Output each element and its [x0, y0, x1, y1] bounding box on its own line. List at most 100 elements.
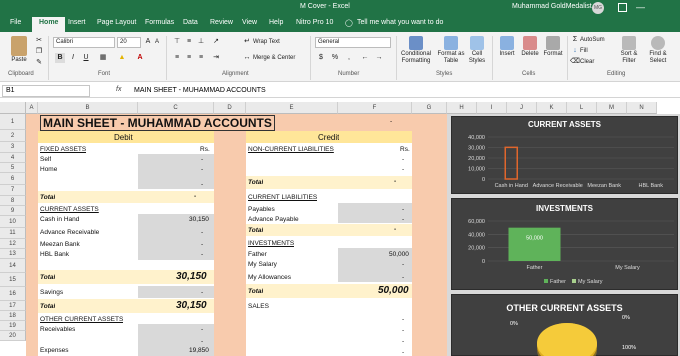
- formula-input[interactable]: MAIN SHEET - MUHAMMAD ACCOUNTS: [134, 87, 266, 94]
- align-bottom-icon[interactable]: ⊥: [196, 37, 206, 47]
- underline-button[interactable]: U: [81, 53, 91, 63]
- tab-formulas[interactable]: Formulas: [145, 19, 174, 26]
- copy-icon[interactable]: ❐: [34, 47, 44, 57]
- rs-label[interactable]: Rs.: [200, 146, 210, 153]
- total-investments-value[interactable]: 50,000: [378, 285, 409, 296]
- user-name[interactable]: Muhammad GoldMedalist: [512, 3, 592, 10]
- font-name-select[interactable]: Calibri: [53, 37, 115, 48]
- font-color-icon[interactable]: A: [135, 53, 145, 63]
- orientation-icon[interactable]: ↗: [211, 37, 221, 47]
- tab-data[interactable]: Data: [183, 19, 198, 26]
- percent-icon[interactable]: %: [330, 53, 340, 63]
- advance-payable-label[interactable]: Advance Payable: [248, 216, 299, 223]
- column-header-m[interactable]: M: [597, 102, 627, 114]
- insert-cells-button[interactable]: Insert: [496, 36, 518, 58]
- tab-nitro[interactable]: Nitro Pro 10: [296, 19, 333, 26]
- row-header-12[interactable]: 12: [0, 239, 26, 249]
- receivables-value[interactable]: -: [201, 326, 203, 333]
- total-current-label[interactable]: Total: [40, 274, 55, 281]
- cash-in-hand-label[interactable]: Cash in Hand: [40, 216, 79, 223]
- format-painter-icon[interactable]: ✎: [34, 58, 44, 68]
- tab-home[interactable]: Home: [32, 17, 66, 32]
- row-header-18[interactable]: 18: [0, 311, 26, 321]
- row-header-16[interactable]: 16: [0, 287, 26, 301]
- home-value[interactable]: -: [201, 166, 203, 173]
- credit-header[interactable]: Credit: [318, 133, 339, 142]
- row-header-6[interactable]: 6: [0, 173, 26, 185]
- blank-value[interactable]: -: [201, 181, 203, 188]
- align-right-icon[interactable]: ≡: [196, 53, 206, 63]
- cell-styles-button[interactable]: Cell Styles: [466, 36, 488, 65]
- current-liabilities-label[interactable]: CURRENT LIABILITIES: [248, 194, 317, 201]
- meezan-bank-value[interactable]: -: [201, 241, 203, 248]
- self-value[interactable]: -: [201, 156, 203, 163]
- wrap-text-button[interactable]: Wrap Text: [253, 39, 280, 46]
- sort-filter-button[interactable]: Sort & Filter: [616, 36, 642, 65]
- row-header-19[interactable]: 19: [0, 321, 26, 331]
- row-header-20[interactable]: 20: [0, 331, 26, 341]
- font-size-select[interactable]: 20: [117, 37, 141, 48]
- my-salary-value[interactable]: -: [402, 261, 404, 268]
- non-current-liabilities-label[interactable]: NON-CURRENT LIABILITIES: [248, 146, 334, 153]
- payables-label[interactable]: Payables: [248, 206, 275, 213]
- sheet-title[interactable]: MAIN SHEET - MUHAMMAD ACCOUNTS: [40, 115, 275, 131]
- bold-button[interactable]: B: [55, 53, 65, 63]
- select-all-corner[interactable]: [0, 102, 26, 114]
- tab-file[interactable]: File: [10, 19, 21, 26]
- cash-in-hand-value[interactable]: 30,150: [189, 216, 209, 223]
- sales-value[interactable]: -: [402, 316, 404, 323]
- decrease-decimal-icon[interactable]: →: [374, 53, 384, 63]
- align-left-icon[interactable]: ≡: [172, 53, 182, 63]
- meezan-bank-label[interactable]: Meezan Bank: [40, 241, 80, 248]
- column-header-a[interactable]: A: [26, 102, 38, 114]
- column-header-c[interactable]: C: [138, 102, 214, 114]
- savings-value[interactable]: -: [201, 289, 203, 296]
- merge-center-button[interactable]: Merge & Center: [253, 55, 295, 62]
- ncl-value[interactable]: -: [402, 166, 404, 173]
- column-header-g[interactable]: G: [412, 102, 447, 114]
- total-ncl-label[interactable]: Total: [248, 179, 263, 186]
- total-cl-label[interactable]: Total: [248, 227, 263, 234]
- total-investments-label[interactable]: Total: [248, 288, 263, 295]
- number-format-select[interactable]: General: [315, 37, 391, 48]
- row-header-7[interactable]: 7: [0, 185, 26, 196]
- row-header-13[interactable]: 13: [0, 249, 26, 259]
- column-header-e[interactable]: E: [246, 102, 338, 114]
- tab-review[interactable]: Review: [210, 19, 233, 26]
- fixed-assets-label[interactable]: FIXED ASSETS: [40, 146, 86, 153]
- ribbon-display-options-icon[interactable]: [618, 3, 627, 12]
- conditional-formatting-button[interactable]: Conditional Formatting: [398, 36, 434, 65]
- column-header-h[interactable]: H: [447, 102, 477, 114]
- my-allowances-value[interactable]: -: [402, 274, 404, 281]
- other-current-assets-chart[interactable]: OTHER CURRENT ASSETS 0% 0% 100%: [451, 294, 678, 356]
- credit-rs-label[interactable]: Rs.: [400, 146, 410, 153]
- borders-icon[interactable]: ▦: [98, 53, 108, 63]
- format-as-table-button[interactable]: Format as Table: [436, 36, 466, 65]
- expenses-label[interactable]: Expenses: [40, 347, 69, 354]
- self-label[interactable]: Self: [40, 156, 51, 163]
- tab-view[interactable]: View: [242, 19, 257, 26]
- my-salary-label[interactable]: My Salary: [248, 261, 277, 268]
- blank-value[interactable]: -: [201, 338, 203, 345]
- expenses-value[interactable]: 19,850: [189, 347, 209, 354]
- sales-value[interactable]: -: [402, 349, 404, 356]
- tab-page-layout[interactable]: Page Layout: [97, 19, 136, 26]
- minimize-button[interactable]: —: [636, 2, 645, 12]
- indent-icon[interactable]: ⇥: [211, 53, 221, 63]
- avatar[interactable]: MG: [592, 2, 604, 14]
- row-header-3[interactable]: 3: [0, 142, 26, 153]
- align-middle-icon[interactable]: ≡: [184, 37, 194, 47]
- italic-button[interactable]: I: [68, 53, 78, 63]
- row-header-5[interactable]: 5: [0, 163, 26, 173]
- debit-header[interactable]: Debit: [114, 133, 133, 142]
- sales-label[interactable]: SALES: [248, 303, 269, 310]
- format-cells-button[interactable]: Format: [542, 36, 564, 58]
- row-header-1[interactable]: 1: [0, 114, 26, 130]
- fill-button[interactable]: Fill: [580, 48, 588, 55]
- align-center-icon[interactable]: ≡: [184, 53, 194, 63]
- advance-receivable-value[interactable]: -: [201, 229, 203, 236]
- paste-button[interactable]: Paste: [6, 36, 32, 64]
- payables-value[interactable]: -: [402, 206, 404, 213]
- investments-chart[interactable]: INVESTMENTS 60,000 40,000 20,000 0 50,000 Fat…: [451, 198, 678, 290]
- column-header-n[interactable]: N: [627, 102, 657, 114]
